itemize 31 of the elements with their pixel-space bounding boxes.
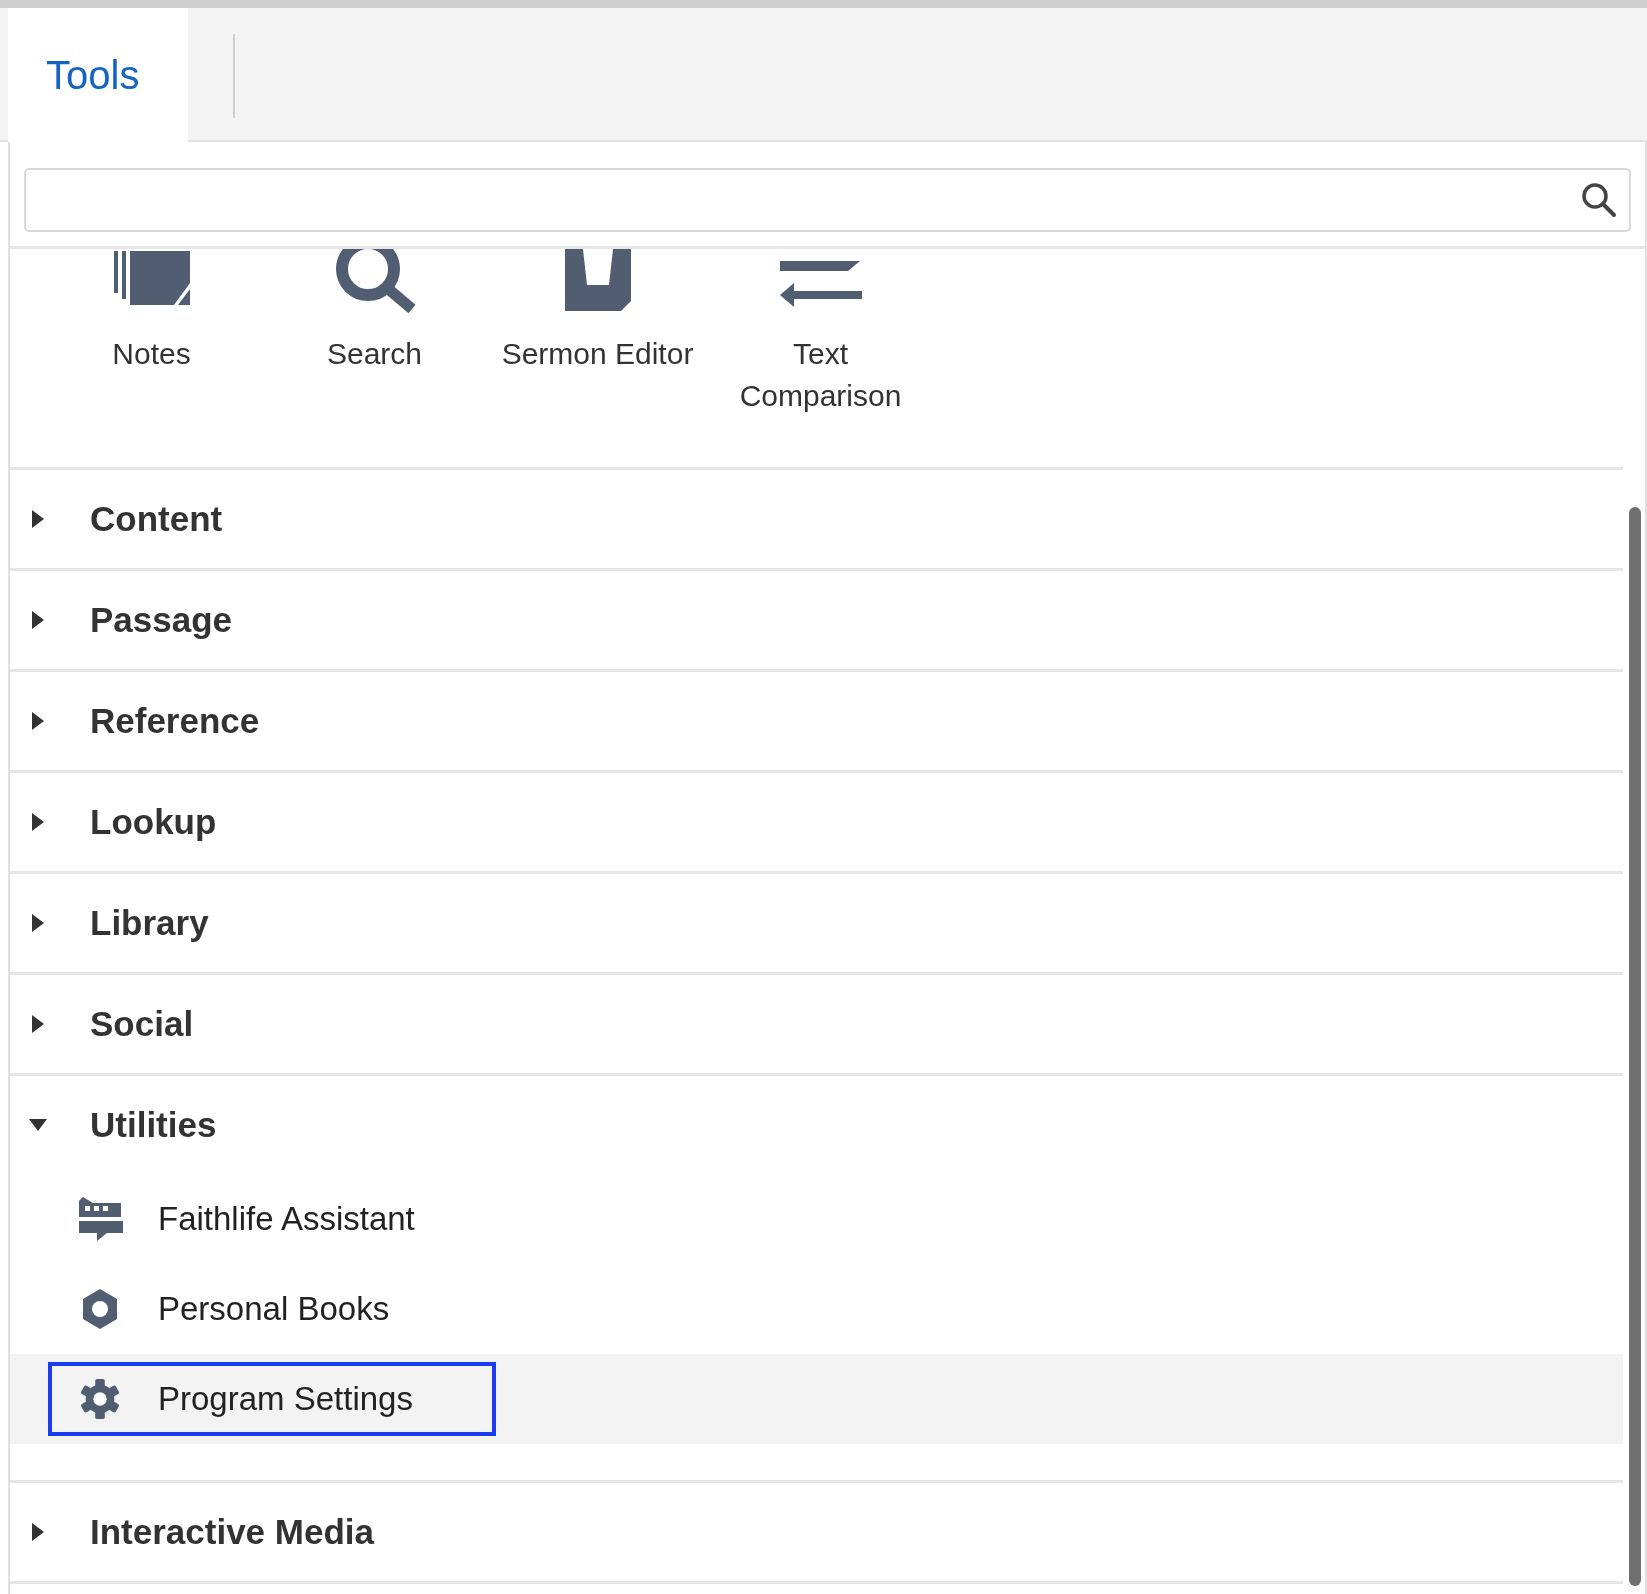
section-header[interactable]: Reference <box>10 672 1623 770</box>
hexagon-icon <box>82 1289 118 1329</box>
section-header[interactable]: Content <box>10 470 1623 568</box>
caret-icon <box>32 914 44 932</box>
caret-icon <box>29 1119 47 1131</box>
section-header[interactable]: Passage <box>10 571 1623 669</box>
document-icon[interactable] <box>564 249 631 313</box>
caret-icon <box>32 510 44 528</box>
caret-icon <box>32 611 44 629</box>
section-header[interactable]: Library <box>10 874 1623 972</box>
menu-item[interactable]: Faithlife Assistant <box>48 1182 496 1256</box>
section-header[interactable]: Lookup <box>10 773 1623 871</box>
caret-icon <box>32 712 44 730</box>
menu-item[interactable]: Personal Books <box>48 1272 496 1346</box>
tab[interactable]: Tools <box>8 8 188 142</box>
gear-icon <box>79 1378 121 1420</box>
search-icon[interactable] <box>1581 182 1617 218</box>
scrollbar-thumb[interactable] <box>1629 507 1641 1586</box>
section-header[interactable]: Social <box>10 975 1623 1073</box>
caret-icon <box>32 1015 44 1033</box>
tool-label[interactable]: Notes <box>42 333 261 375</box>
section-header[interactable]: Utilities <box>10 1076 1623 1174</box>
search-field[interactable] <box>24 168 1631 232</box>
tool-label[interactable]: Sermon Editor <box>488 333 707 375</box>
tool-label[interactable]: Text Comparison <box>711 333 930 417</box>
caret-icon <box>32 813 44 831</box>
chat-icon <box>77 1197 123 1241</box>
caret-icon <box>32 1523 44 1541</box>
section-header[interactable]: Interactive Media <box>10 1483 1623 1581</box>
tool-label[interactable]: Search <box>265 333 484 375</box>
menu-item[interactable]: Program Settings <box>48 1362 496 1436</box>
